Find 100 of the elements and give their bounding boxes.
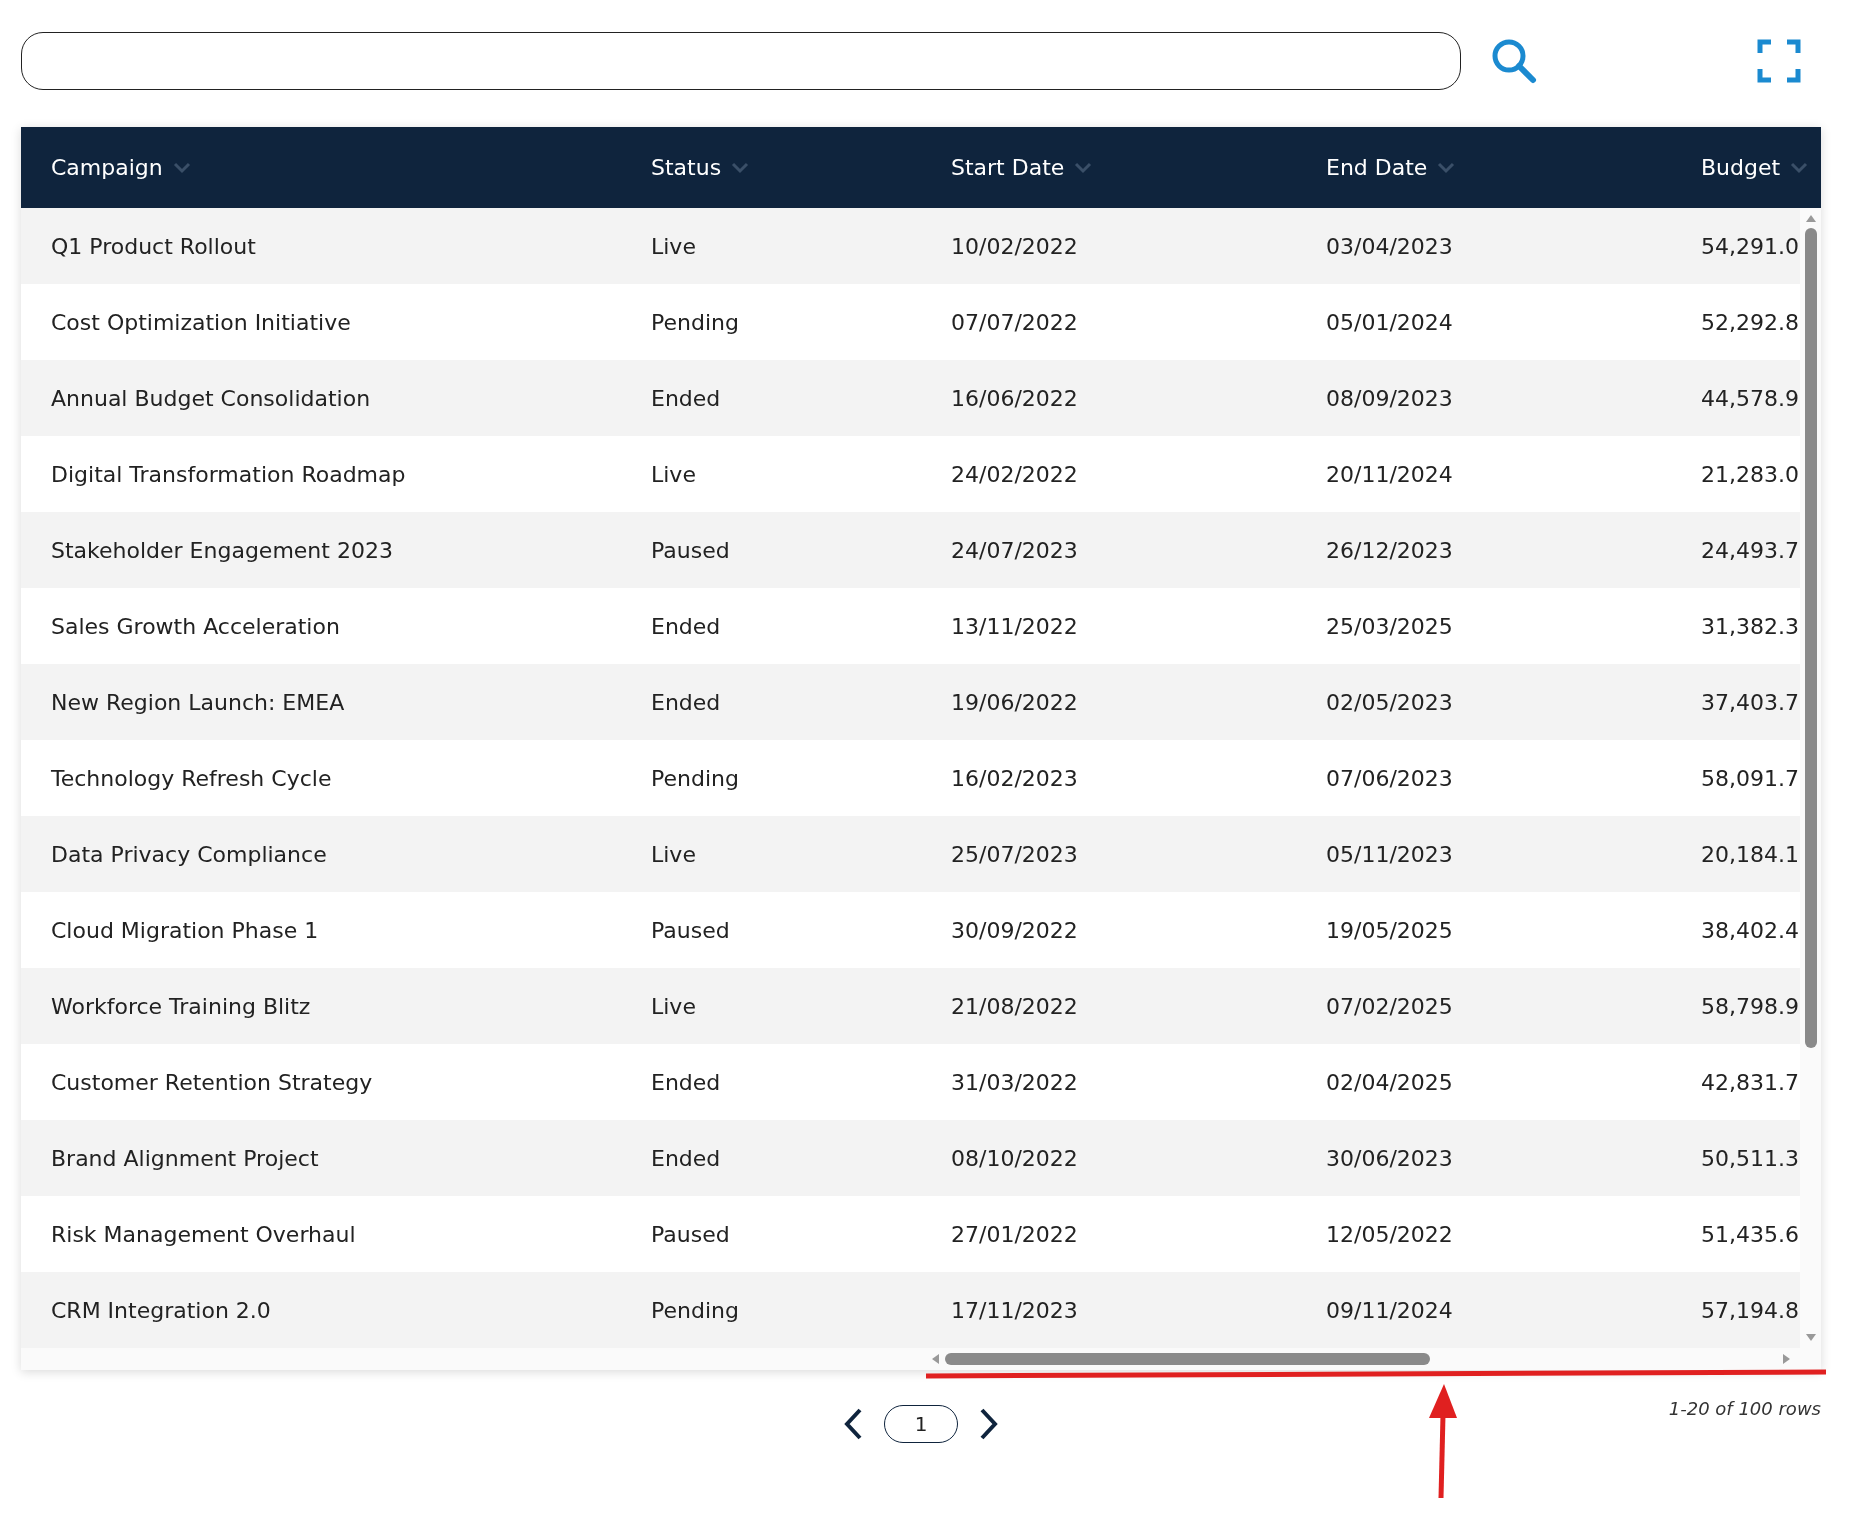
table-cell-text: Ended (651, 689, 722, 715)
table-row[interactable]: Workforce Training Blitz Live 21/08/2022 07/02/2025 58,798.9 (21, 968, 1800, 1044)
table-cell-text: 03/04/2023 (1326, 233, 1454, 259)
table-row[interactable]: Digital Transformation Roadmap Live 24/02/2022 20/11/2024 21,283.0 (21, 436, 1800, 512)
table-cell-text: Pending (651, 765, 740, 791)
table-cell: 31,382.3 (1701, 613, 1800, 639)
table-cell-text: 02/04/2025 (1326, 1069, 1454, 1095)
table-cell-text: CRM Integration 2.0 (51, 1297, 272, 1323)
sort-icon (1074, 161, 1093, 174)
table-cell-text: 25/03/2025 (1326, 613, 1454, 639)
table-cell-text: 05/01/2024 (1326, 309, 1454, 335)
table-cell-text: Pending (651, 309, 740, 335)
sort-icon (1437, 161, 1456, 174)
search-field[interactable] (21, 32, 1461, 90)
scroll-left-icon[interactable] (931, 1354, 939, 1364)
table-cell-text: Live (651, 993, 697, 1019)
table-cell-text: Brand Alignment Project (51, 1145, 320, 1171)
table-cell-text: 16/06/2022 (951, 385, 1079, 411)
column-header[interactable]: Start Date (951, 155, 1093, 180)
previous-page-icon[interactable] (842, 1407, 864, 1441)
table-cell: 42,831.7 (1701, 1069, 1800, 1095)
table-row[interactable]: Data Privacy Compliance Live 25/07/2023 05/11/2023 20,184.1 (21, 816, 1800, 892)
table-cell-text: 09/11/2024 (1326, 1297, 1454, 1323)
table-row[interactable]: Customer Retention Strategy Ended 31/03/2022 02/04/2025 42,831.7 (21, 1044, 1800, 1120)
table-cell: 44,578.9 (1701, 385, 1800, 411)
table-cell-text: 10/02/2022 (951, 233, 1079, 259)
table-cell-text: Ended (651, 385, 722, 411)
table-cell-text: 25/07/2023 (951, 841, 1079, 867)
sort-icon (1790, 161, 1809, 174)
next-page-icon[interactable] (978, 1407, 1000, 1441)
column-header[interactable]: Status (651, 155, 750, 180)
table-cell-text: 30/09/2022 (951, 917, 1079, 943)
table-cell-text: Pending (651, 1297, 740, 1323)
table-row[interactable]: New Region Launch: EMEA Ended 19/06/2022 02/05/2023 37,403.7 (21, 664, 1800, 740)
table-cell-text: Live (651, 233, 697, 259)
table-row[interactable]: Technology Refresh Cycle Pending 16/02/2023 07/06/2023 58,091.7 (21, 740, 1800, 816)
table-cell-text: 19/05/2025 (1326, 917, 1454, 943)
page-number[interactable]: 1 (884, 1405, 958, 1443)
table-row[interactable]: Brand Alignment Project Ended 08/10/2022 30/06/2023 50,511.3 (21, 1120, 1800, 1196)
scroll-up-icon[interactable] (1805, 214, 1816, 222)
table-cell-text: 16/02/2023 (951, 765, 1079, 791)
table-cell-text: 08/10/2022 (951, 1145, 1079, 1171)
scroll-down-icon[interactable] (1805, 1334, 1816, 1342)
table-cell-text: 07/06/2023 (1326, 765, 1454, 791)
table-cell-text: Stakeholder Engagement 2023 (51, 537, 394, 563)
table-cell-text: New Region Launch: EMEA (51, 689, 346, 715)
table-cell: 38,402.4 (1701, 917, 1800, 943)
table-cell-text: 19/06/2022 (951, 689, 1079, 715)
horizontal-scrollbar[interactable] (21, 1348, 1821, 1370)
table-cell: 37,403.7 (1701, 689, 1800, 715)
column-header[interactable]: End Date (1326, 155, 1456, 180)
table-row[interactable]: Cost Optimization Initiative Pending 07/07/2022 05/01/2024 52,292.8 (21, 284, 1800, 360)
table-cell-text: 27/01/2022 (951, 1221, 1079, 1247)
table-row[interactable]: Q1 Product Rollout Live 10/02/2022 03/04/2023 54,291.0 (21, 208, 1800, 284)
table-cell-text: Digital Transformation Roadmap (51, 461, 407, 487)
table-cell-text: 13/11/2022 (951, 613, 1079, 639)
table-cell-text: Ended (651, 613, 722, 639)
table-cell: 58,798.9 (1701, 993, 1800, 1019)
table-cell: 51,435.6 (1701, 1221, 1800, 1247)
column-header[interactable]: Budget (1701, 155, 1809, 180)
table-cell-text: 17/11/2023 (951, 1297, 1079, 1323)
table-row[interactable]: Risk Management Overhaul Paused 27/01/2022 12/05/2022 51,435.6 (21, 1196, 1800, 1272)
table-cell-text: 24/02/2022 (951, 461, 1079, 487)
table-cell-text: 07/02/2025 (1326, 993, 1454, 1019)
table-cell-text: Paused (651, 537, 731, 563)
table-cell-text: Workforce Training Blitz (51, 993, 312, 1019)
table-cell-text: Q1 Product Rollout (51, 233, 257, 259)
table-cell: 57,194.8 (1701, 1297, 1800, 1323)
row-count-text: 1-20 of 100 rows (1668, 1398, 1821, 1419)
table-cell-text: 21/08/2022 (951, 993, 1079, 1019)
scroll-right-icon[interactable] (1783, 1354, 1791, 1364)
table-cell-text: Live (651, 461, 697, 487)
table-cell-text: Data Privacy Compliance (51, 841, 328, 867)
table-cell-text: Live (651, 841, 697, 867)
table-cell: 58,091.7 (1701, 765, 1800, 791)
table-cell-text: Ended (651, 1069, 722, 1095)
table-cell-text: 24/07/2023 (951, 537, 1079, 563)
table-cell-text: Customer Retention Strategy (51, 1069, 374, 1095)
table-cell: 24,493.7 (1701, 537, 1800, 563)
table-row[interactable]: CRM Integration 2.0 Pending 17/11/2023 09/11/2024 57,194.8 (21, 1272, 1800, 1348)
vertical-scrollbar[interactable] (1800, 208, 1821, 1348)
table-cell: 20,184.1 (1701, 841, 1800, 867)
sort-icon (731, 161, 750, 174)
table-cell: 50,511.3 (1701, 1145, 1800, 1171)
table-row[interactable]: Stakeholder Engagement 2023 Paused 24/07/2023 26/12/2023 24,493.7 (21, 512, 1800, 588)
fullscreen-icon[interactable] (1757, 39, 1801, 83)
table-cell-text: Ended (651, 1145, 722, 1171)
table-row[interactable]: Cloud Migration Phase 1 Paused 30/09/2022 19/05/2025 38,402.4 (21, 892, 1800, 968)
table-row[interactable]: Sales Growth Acceleration Ended 13/11/2022 25/03/2025 31,382.3 (21, 588, 1800, 664)
table-row[interactable]: Annual Budget Consolidation Ended 16/06/2022 08/09/2023 44,578.9 (21, 360, 1800, 436)
table-cell-text: 26/12/2023 (1326, 537, 1454, 563)
table-cell-text: Paused (651, 917, 731, 943)
table-cell: 52,292.8 (1701, 309, 1800, 335)
table-cell-text: Technology Refresh Cycle (51, 765, 333, 791)
column-header[interactable]: Campaign (51, 155, 191, 180)
table-cell: 54,291.0 (1701, 233, 1800, 259)
table-cell-text: 02/05/2023 (1326, 689, 1454, 715)
table-cell-text: Cost Optimization Initiative (51, 309, 352, 335)
table-cell-text: 20/11/2024 (1326, 461, 1454, 487)
table-cell-text: 05/11/2023 (1326, 841, 1454, 867)
